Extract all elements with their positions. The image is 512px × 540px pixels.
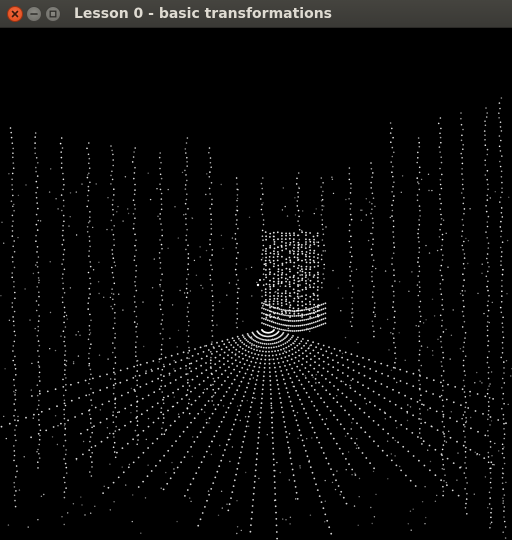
maximize-button[interactable]: [45, 6, 61, 22]
lidar-point-cloud: [0, 97, 512, 540]
application-window: Lesson 0 - basic transformations: [0, 0, 512, 540]
minimize-icon: [30, 13, 38, 15]
close-icon: [11, 10, 19, 18]
point-cloud-viewport[interactable]: [0, 28, 512, 540]
maximize-icon: [49, 10, 57, 18]
minimize-button[interactable]: [26, 6, 42, 22]
title-bar[interactable]: Lesson 0 - basic transformations: [0, 0, 512, 28]
close-button[interactable]: [7, 6, 23, 22]
window-title: Lesson 0 - basic transformations: [74, 6, 333, 22]
